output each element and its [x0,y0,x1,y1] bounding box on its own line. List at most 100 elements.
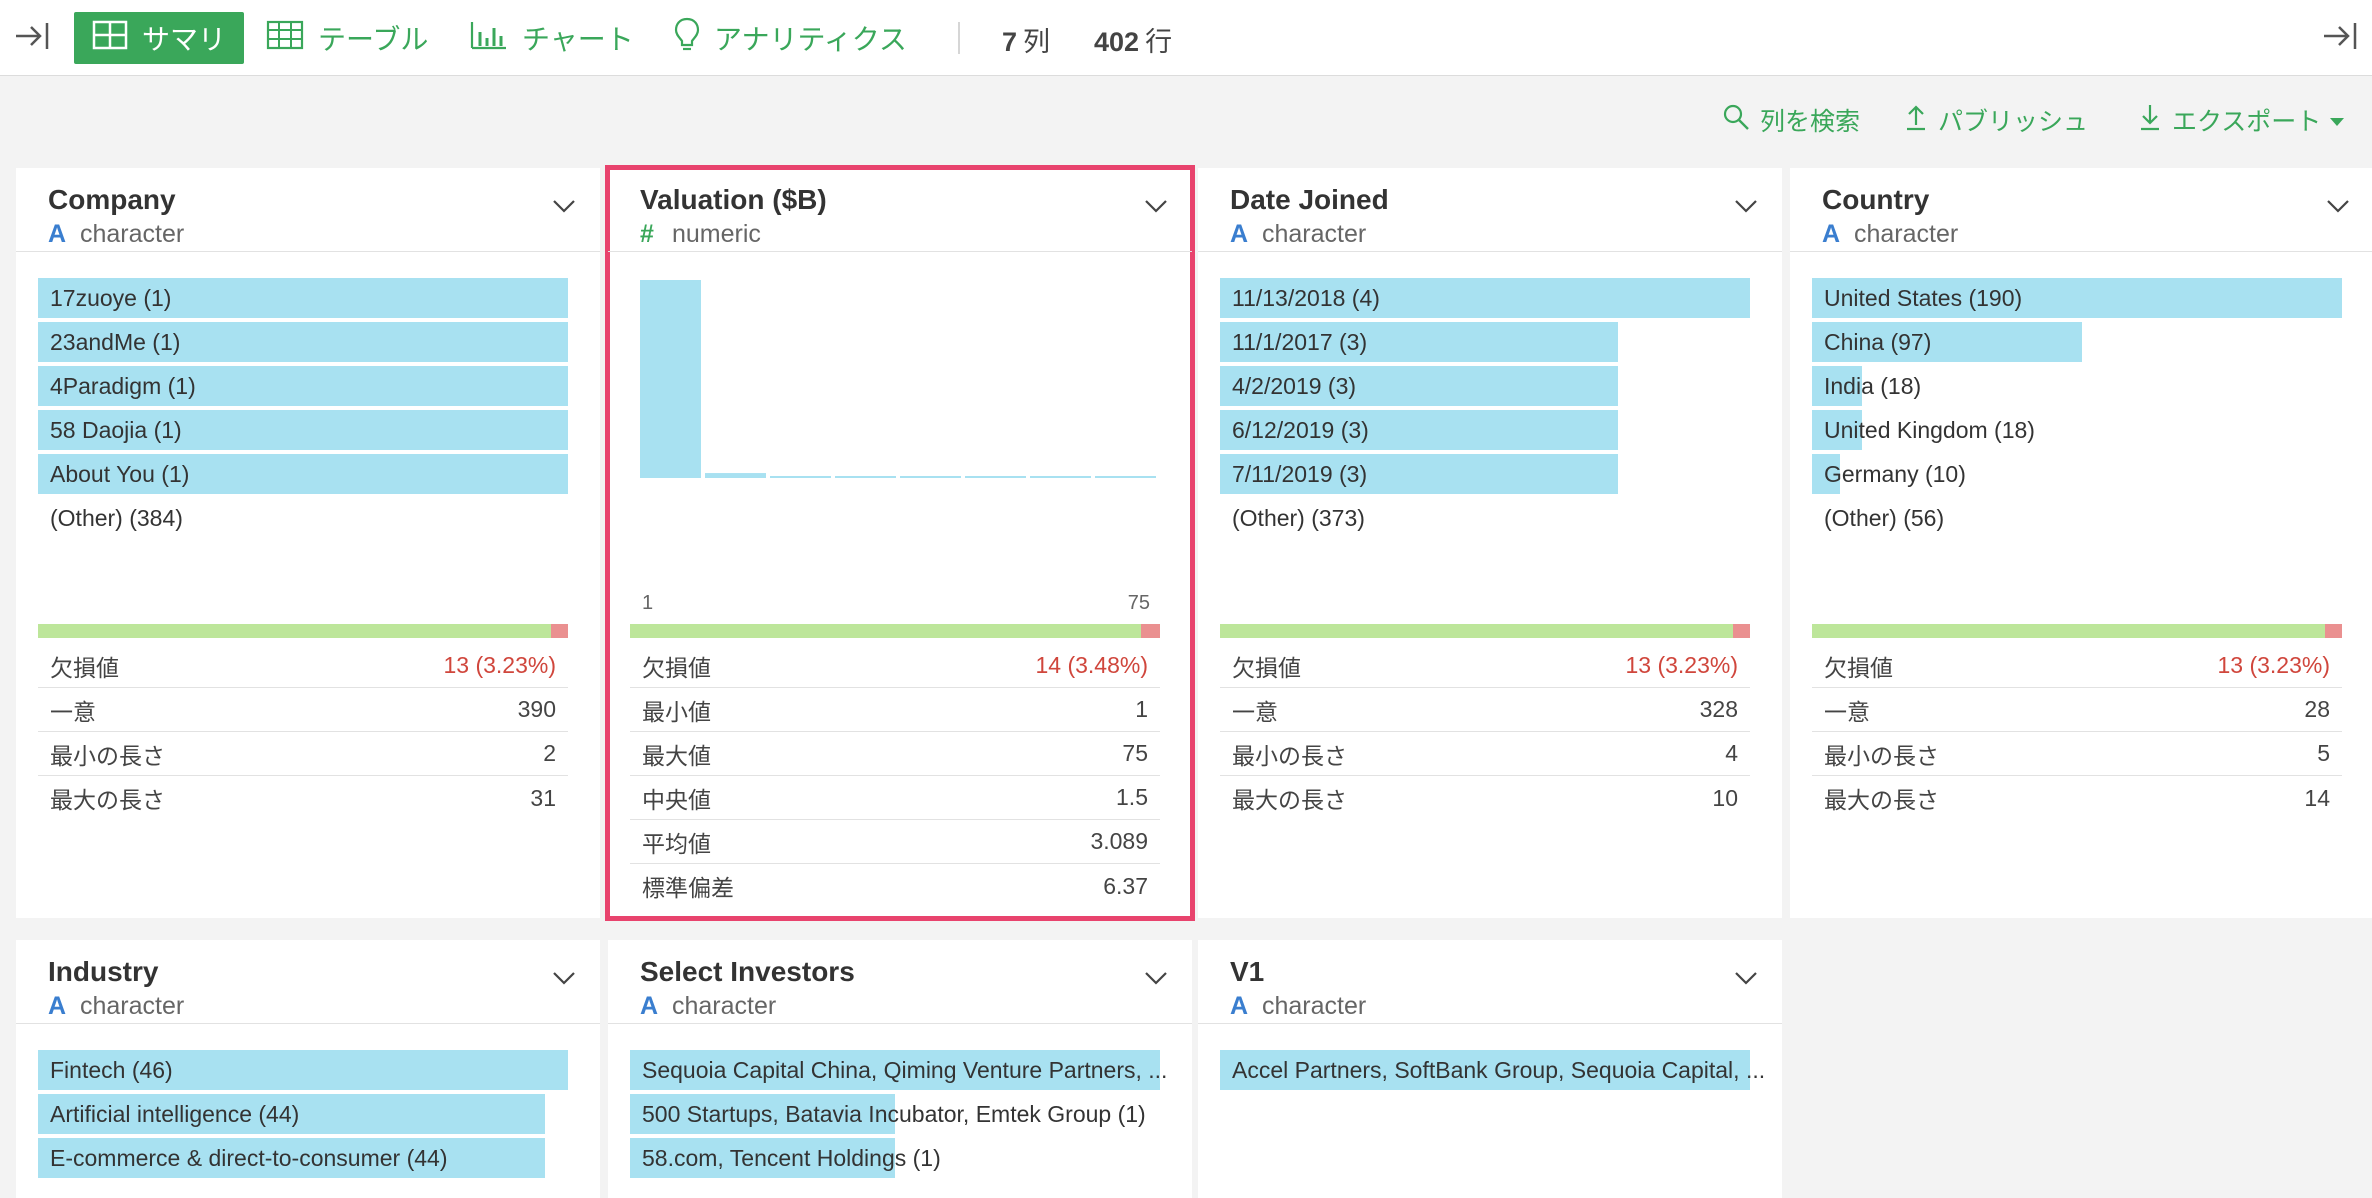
column-type-label: character [1262,992,1367,1020]
column-type: Acharacter [1822,220,1958,249]
stat-row: 一意 328 [1220,688,1750,732]
column-name: V1 [1230,956,1265,987]
value-bar-row[interactable]: (Other) (56) [1812,498,2342,538]
value-bar-label: 23andMe (1) [50,329,181,355]
value-bar-label: 4Paradigm (1) [50,373,196,399]
value-bar-row[interactable]: About You (1) [38,454,568,494]
tab-chart[interactable]: チャート [452,12,652,64]
publish-button[interactable]: パブリッシュ [1904,100,2088,140]
histogram-bar[interactable] [1095,476,1156,478]
value-bar-row[interactable]: 500 Startups, Batavia Incubator, Emtek G… [630,1094,1160,1134]
column-card-v1[interactable]: V1 Acharacter Accel Partners, SoftBank G… [1198,940,1782,1198]
collapse-left-button[interactable] [12,18,52,58]
card-header: Valuation ($B) # numeric [608,168,1192,252]
column-card-country[interactable]: Country Acharacter United States (190) Ch… [1790,168,2372,918]
chevron-down-icon[interactable] [1734,970,1758,991]
value-bar-row[interactable]: United Kingdom (18) [1812,410,2342,450]
value-bar-row[interactable]: Accel Partners, SoftBank Group, Sequoia … [1220,1050,1765,1090]
chevron-down-icon[interactable] [552,970,576,991]
column-card-valuation[interactable]: Valuation ($B) # numeric 1 75 欠損値 14 (3.48… [605,165,1195,921]
column-name: Valuation ($B) [640,184,827,215]
tab-analytics[interactable]: アナリティクス [656,12,925,64]
stats-list: 欠損値 13 (3.23%) 一意 390 最小の長さ 2 最大の長さ 31 [38,644,568,820]
column-type: Acharacter [1230,220,1366,249]
value-bar-row[interactable]: China (97) [1812,322,2342,362]
character-type-icon: A [1230,992,1249,1020]
histogram-bar[interactable] [900,476,961,478]
collapse-right-button[interactable] [2320,18,2360,58]
value-bar-row[interactable]: 58 Daojia (1) [38,410,568,450]
tab-summary[interactable]: サマリ [74,12,244,64]
stat-value: 390 [517,696,556,722]
stat-row: 最小値 1 [630,688,1160,732]
value-bar-label: India (18) [1824,373,1922,399]
chevron-down-icon[interactable] [1144,970,1168,991]
value-bar-row[interactable]: (Other) (384) [38,498,568,538]
card-header: Date Joined Acharacter [1198,168,1782,252]
stat-row: 平均値 3.089 [630,820,1160,864]
missing-segment [551,624,568,638]
column-card-industry[interactable]: Industry Acharacter Fintech (46) Artifici… [16,940,600,1198]
value-bar-row[interactable]: 7/11/2019 (3) [1220,454,1750,494]
column-type: # numeric [640,220,761,249]
value-bar-label: 11/1/2017 (3) [1232,329,1368,355]
column-type-label: character [80,992,185,1020]
stat-label: 最大の長さ [1824,787,1939,813]
stat-value: 13 (3.23%) [443,652,556,678]
column-card-date-joined[interactable]: Date Joined Acharacter 11/13/2018 (4) 11/… [1198,168,1782,918]
stat-label: 一意 [1824,698,1870,725]
histogram-bar[interactable] [835,476,896,478]
stat-value: 328 [1699,696,1738,722]
chevron-down-icon[interactable] [2326,198,2350,219]
card-header: Industry Acharacter [16,940,600,1024]
stat-value: 28 [2304,696,2330,722]
stat-label: 平均値 [642,830,711,857]
stat-label: 欠損値 [642,654,711,681]
stat-row: 最大の長さ 14 [1812,776,2342,820]
value-bar-row[interactable]: Fintech (46) [38,1050,568,1090]
histogram[interactable] [630,278,1160,478]
value-bar-row[interactable]: 17zuoye (1) [38,278,568,318]
value-bar-row[interactable]: United States (190) [1812,278,2342,318]
chevron-down-icon[interactable] [1734,198,1758,219]
value-bar-row[interactable]: 6/12/2019 (3) [1220,410,1750,450]
stat-value: 10 [1712,784,1738,811]
histogram-bar[interactable] [705,473,766,478]
stat-label: 欠損値 [50,654,119,681]
value-bar-row[interactable]: 23andMe (1) [38,322,568,362]
histogram-bar[interactable] [640,280,701,478]
column-card-select-investors[interactable]: Select Investors Acharacter Sequoia Capi… [608,940,1192,1198]
stat-row: 欠損値 14 (3.48%) [630,644,1160,688]
column-card-company[interactable]: Company Acharacter 17zuoye (1) 23andMe (1… [16,168,600,918]
stat-value: 1.5 [1116,784,1148,810]
value-bar-label: Fintech (46) [50,1057,173,1083]
histogram-bar[interactable] [965,476,1026,478]
value-bar-row[interactable]: Artificial intelligence (44) [38,1094,568,1134]
value-bar-label: 58.com, Tencent Holdings (1) [642,1145,941,1171]
tab-chart-label: チャート [522,24,634,55]
value-bar-row[interactable]: 58.com, Tencent Holdings (1) [630,1138,1160,1178]
value-frequency-list: 17zuoye (1) 23andMe (1) 4Paradigm (1) 58 Da… [38,278,568,542]
value-bar-row[interactable]: 4Paradigm (1) [38,366,568,406]
value-bar-row[interactable]: 11/13/2018 (4) [1220,278,1750,318]
character-type-icon: A [640,992,659,1020]
value-bar-row[interactable]: Sequoia Capital China, Qiming Venture Pa… [630,1050,1167,1090]
value-bar-row[interactable]: India (18) [1812,366,2342,406]
value-bar-row[interactable]: 11/1/2017 (3) [1220,322,1750,362]
histogram-bar[interactable] [1030,476,1091,478]
value-bar-row[interactable]: (Other) (373) [1220,498,1750,538]
chevron-down-icon[interactable] [552,198,576,219]
value-bar-row[interactable]: 4/2/2019 (3) [1220,366,1750,406]
stat-label: 一意 [50,698,96,725]
stats-list: 欠損値 13 (3.23%) 一意 328 最小の長さ 4 最大の長さ 10 [1220,644,1750,820]
value-bar-row[interactable]: E-commerce & direct-to-consumer (44) [38,1138,568,1178]
column-search-button[interactable]: 列を検索 [1722,100,1860,140]
value-bar-label: Accel Partners, SoftBank Group, Sequoia … [1232,1057,1766,1083]
chevron-down-icon[interactable] [1144,198,1168,219]
stat-row: 最小の長さ 2 [38,732,568,776]
value-bar-row[interactable]: Germany (10) [1812,454,2342,494]
value-bar-label: United States (190) [1824,285,2023,311]
tab-table[interactable]: テーブル [248,12,446,64]
histogram-bar[interactable] [770,476,831,478]
export-button[interactable]: エクスポート [2138,100,2355,140]
